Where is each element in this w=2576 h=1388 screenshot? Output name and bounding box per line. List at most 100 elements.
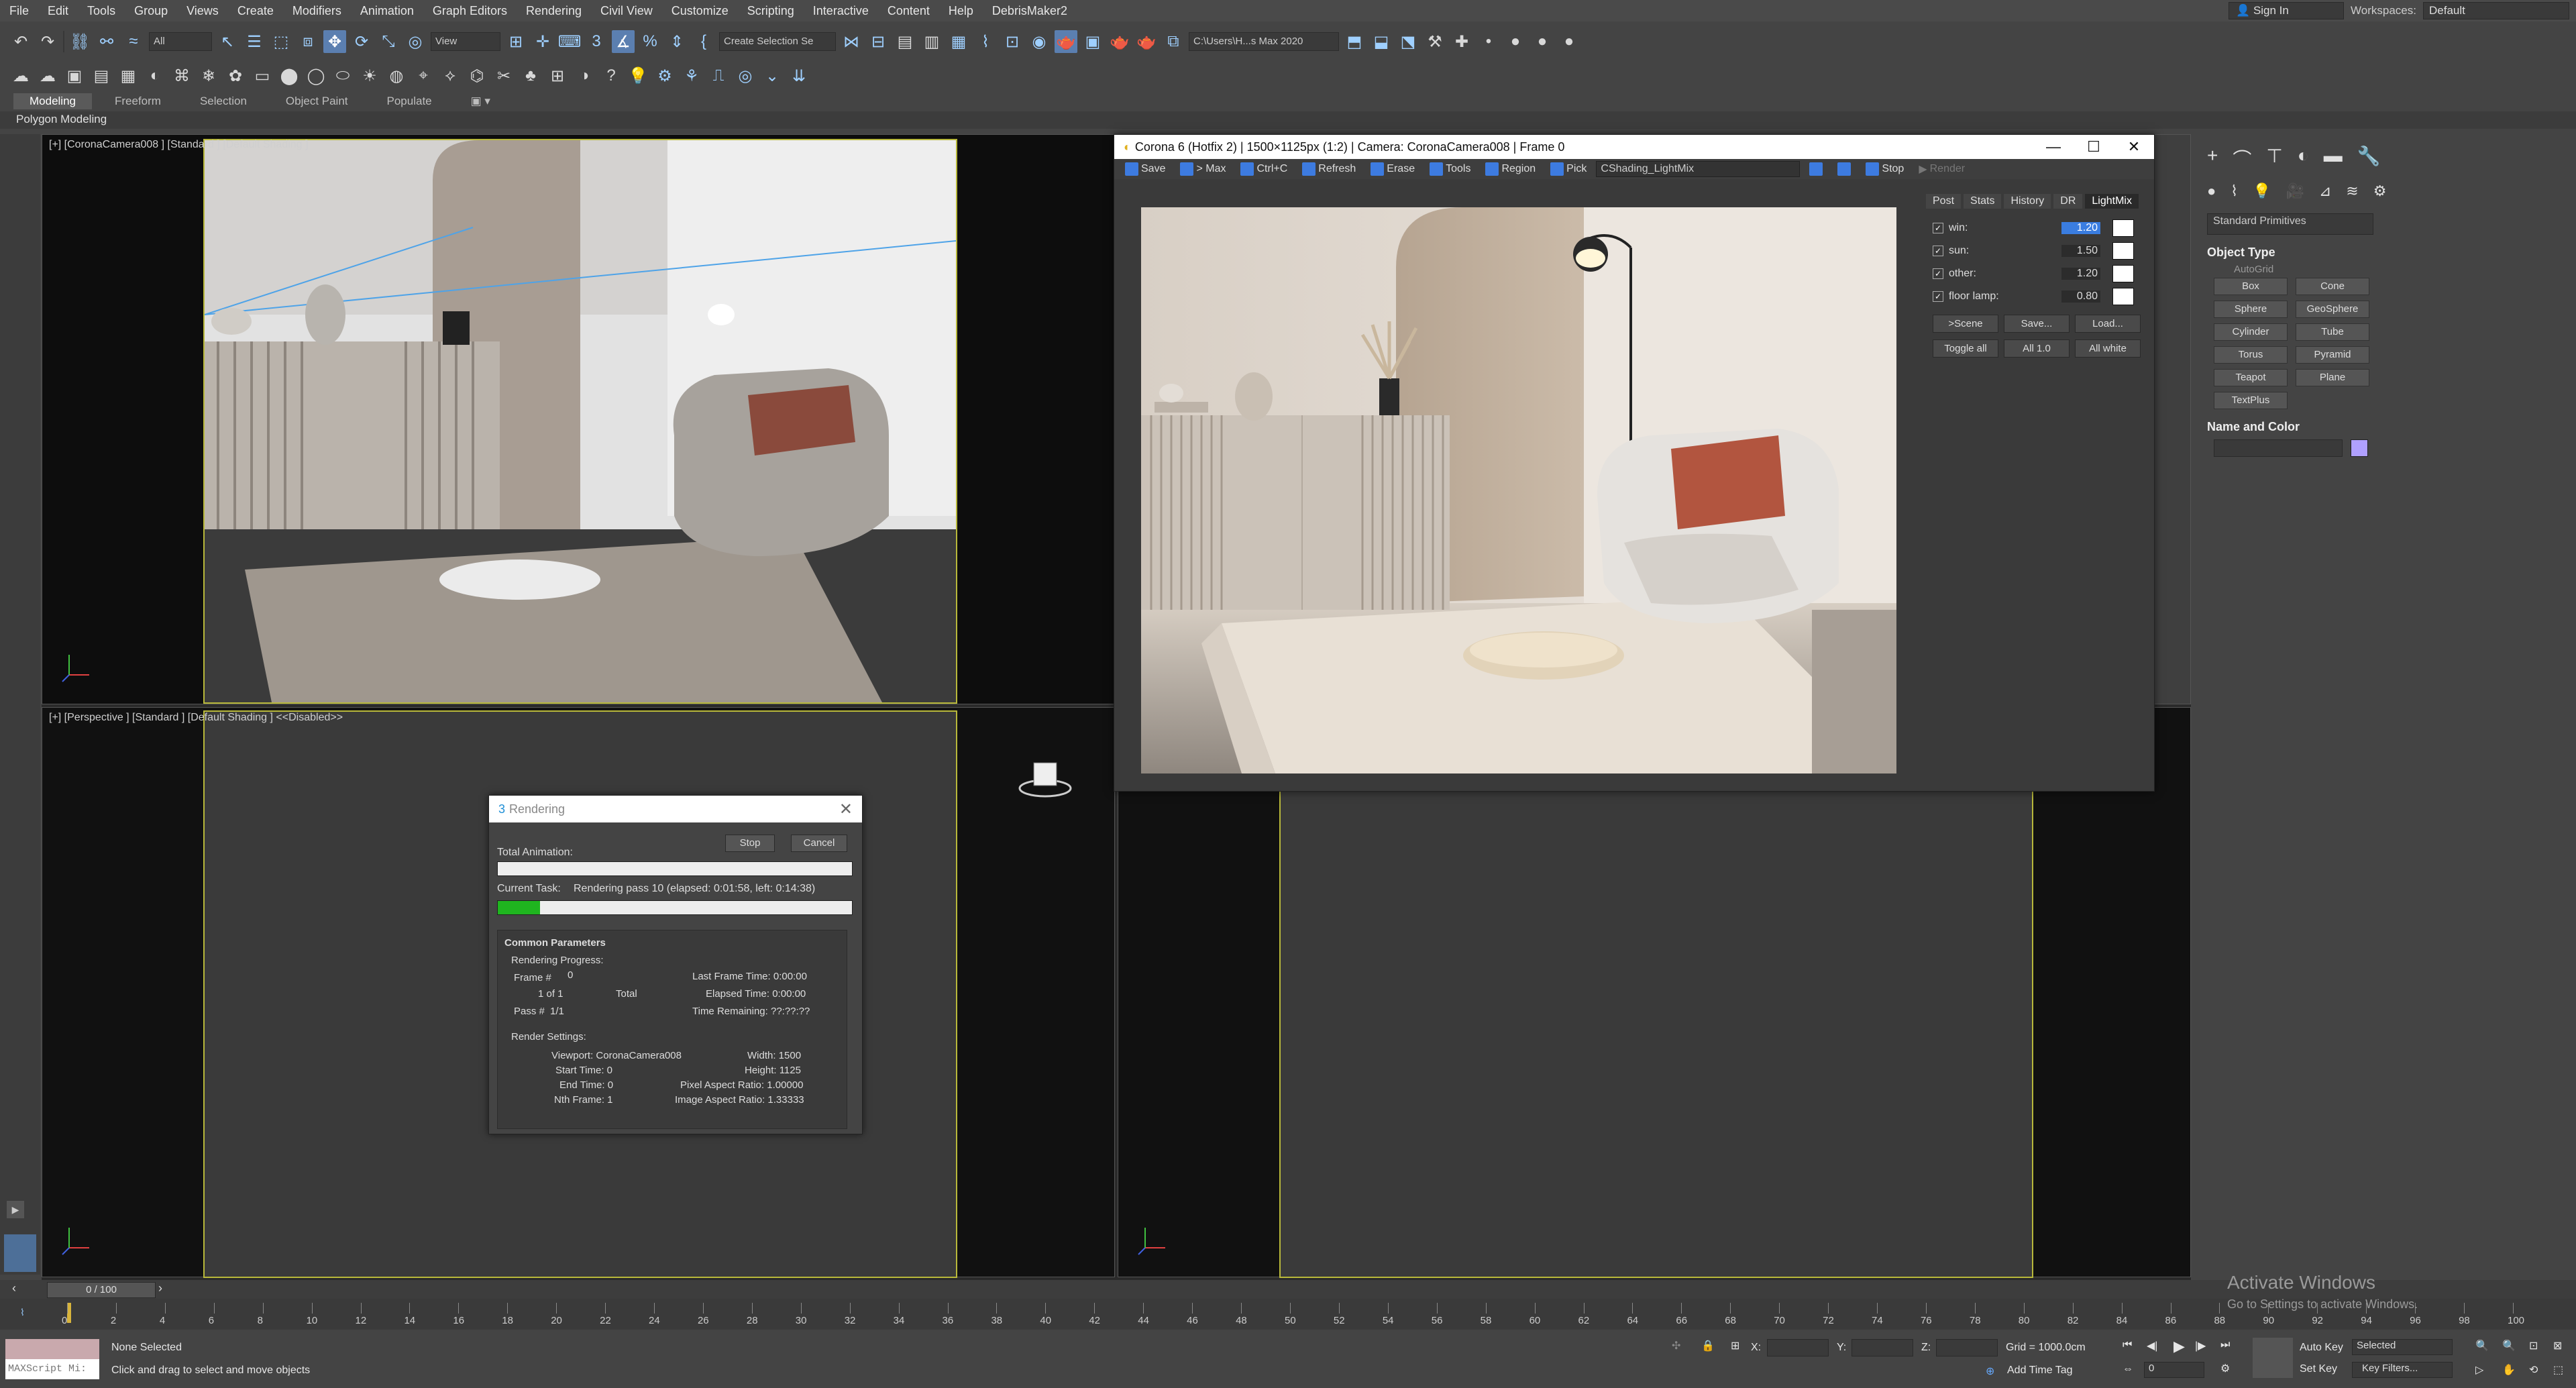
zoom-all-icon[interactable]: 🔍 [2502,1339,2516,1352]
goto-end-icon[interactable]: ⏭ [2220,1339,2230,1351]
project-path-select[interactable]: C:\Users\H...s Max 2020 [1189,32,1339,51]
systems-icon[interactable]: ⚙ [2373,182,2387,200]
menu-civil-view[interactable]: Civil View [591,0,662,21]
pivot-center-icon[interactable]: ⊞ [504,30,527,53]
corona-dot-icon[interactable]: • [1477,30,1500,53]
corona-converter-icon[interactable]: ▦ [117,64,140,87]
lightmix-color-swatch[interactable] [2112,288,2134,305]
viewport-perspective-label[interactable]: [+] [Perspective ] [Standard ] [Default … [49,712,343,724]
tab-post[interactable]: Post [1926,194,1962,209]
time-prev-icon[interactable]: ‹ [12,1281,16,1295]
time-config-icon[interactable]: ⚙ [2220,1362,2230,1375]
window-crossing-icon[interactable]: ⧈ [297,30,319,53]
ribbon-tab-object-paint[interactable]: Object Paint [270,93,364,109]
key-mode-icon[interactable]: ⇔ [2123,1363,2133,1375]
menu-graph-editors[interactable]: Graph Editors [423,0,517,21]
lightmix-save-button[interactable]: Save... [2004,315,2070,333]
next-frame-icon[interactable]: |▶ [2195,1339,2206,1352]
menu-rendering[interactable]: Rendering [517,0,591,21]
corona-interactive-icon[interactable]: ☁ [36,64,59,87]
material-editor-icon[interactable]: ◉ [1028,30,1051,53]
corona-render-icon[interactable]: ☁ [9,64,32,87]
corona-light-disk-icon[interactable]: ◯ [305,64,327,87]
corona-chevron-down-icon[interactable]: ⌄ [761,64,784,87]
ribbon-toggle-icon[interactable]: ▦ [947,30,970,53]
corona-proxy-icon[interactable]: ⌘ [170,64,193,87]
lights-icon[interactable]: 💡 [2253,182,2271,200]
corona-material-icon[interactable]: ◐ [144,64,166,87]
lightmix-color-swatch[interactable] [2112,219,2134,237]
menu-file[interactable]: File [0,0,38,21]
vfb-channel-select[interactable]: CShading_LightMix [1596,161,1801,177]
sign-in-dropdown[interactable]: 👤 Sign In [2229,2,2345,19]
corona-shadow-icon[interactable]: ◑ [573,64,596,87]
maximize-viewport-icon[interactable]: ⬚ [2553,1363,2563,1377]
menu-animation[interactable]: Animation [351,0,423,21]
corona-decal-icon[interactable]: ✿ [224,64,247,87]
corona-pin-icon[interactable]: ✚ [1450,30,1473,53]
ribbon-polygon-modeling[interactable]: Polygon Modeling [16,113,107,126]
menu-create[interactable]: Create [228,0,283,21]
cameras-icon[interactable]: 🎥 [2286,182,2304,200]
corona-sphere-2-icon[interactable]: ● [1531,30,1554,53]
corona-tree-icon[interactable]: ♣ [519,64,542,87]
ribbon-tab-populate[interactable]: Populate [371,93,448,109]
vfb-erase-button[interactable]: Erase [1365,162,1420,176]
cancel-button[interactable]: Cancel [791,835,847,852]
key-filter-select[interactable]: Selected [2352,1339,2453,1355]
object-type-rollout[interactable]: Object Type [2207,246,2563,260]
corona-light-sphere-icon[interactable]: ⬤ [278,64,301,87]
display-tab-icon[interactable]: ▬ [2324,145,2343,172]
menu-scripting[interactable]: Scripting [738,0,804,21]
named-selection-set-select[interactable]: Create Selection Se [719,32,836,51]
menu-modifiers[interactable]: Modifiers [283,0,351,21]
field-of-view-icon[interactable]: ▷ [2475,1363,2483,1377]
auto-key-button[interactable]: Auto Key [2300,1342,2343,1354]
render-in-cloud-icon[interactable]: ⧉ [1162,30,1185,53]
viewport-layout-icon[interactable] [4,1234,36,1272]
ribbon-options-icon[interactable]: ▣ ▾ [455,93,506,109]
corona-slicer-icon[interactable]: ✂ [492,64,515,87]
zoom-extents-all-icon[interactable]: ⊠ [2553,1339,2562,1352]
lightmix-checkbox[interactable]: ✓ [1933,291,1943,302]
zoom-out-icon[interactable] [1832,162,1856,176]
set-project-icon[interactable]: ⬒ [1343,30,1366,53]
layer-explorer-icon[interactable]: ▥ [920,30,943,53]
maxscript-mini-listener[interactable]: MAXScript Mi: [5,1359,99,1379]
selection-filter-select[interactable]: All [149,32,212,51]
lightmix-load-button[interactable]: Load... [2075,315,2141,333]
vfb-tools-button[interactable]: Tools [1424,162,1476,176]
z-coordinate-input[interactable] [1936,1339,1998,1356]
tab-history[interactable]: History [2004,194,2051,209]
mirror-icon[interactable]: ⋈ [840,30,863,53]
corona-sphere-1-icon[interactable]: ● [1504,30,1527,53]
curve-editor-icon[interactable]: ⌇ [974,30,997,53]
shapes-icon[interactable]: ⌇ [2231,182,2238,200]
lightmix-intensity[interactable]: 1.20 [2061,268,2100,280]
menu-interactive[interactable]: Interactive [804,0,878,21]
menu-customize[interactable]: Customize [662,0,738,21]
close-icon[interactable]: ✕ [2114,135,2154,159]
lightmix-to-scene-button[interactable]: >Scene [1933,315,1998,333]
undo-icon[interactable]: ↶ [9,30,32,53]
scene-explorer-icon[interactable]: ▤ [894,30,916,53]
menu-debrismaker2[interactable]: DebrisMaker2 [983,0,1077,21]
vfb-region-button[interactable]: Region [1480,162,1541,176]
menu-help[interactable]: Help [939,0,983,21]
torus-button[interactable]: Torus [2214,346,2288,364]
autogrid-checkbox[interactable]: AutoGrid [2234,264,2536,275]
tube-button[interactable]: Tube [2296,323,2369,341]
schematic-view-icon[interactable]: ⊡ [1001,30,1024,53]
unlink-icon[interactable]: ⚯ [95,30,118,53]
vfb-pick-button[interactable]: Pick [1545,162,1592,176]
add-time-tag[interactable]: Add Time Tag [2007,1365,2073,1377]
zoom-icon[interactable]: 🔍 [2475,1339,2489,1352]
vfb-stop-button[interactable]: Stop [1860,162,1909,176]
absolute-mode-icon[interactable]: ⊞ [1731,1339,1739,1352]
corona-sphere-icon[interactable]: ◎ [734,64,757,87]
edit-named-selection-icon[interactable]: { [692,30,715,53]
cylinder-button[interactable]: Cylinder [2214,323,2288,341]
tab-lightmix[interactable]: LightMix [2085,194,2139,209]
keyboard-shortcut-icon[interactable]: ⌨ [558,30,582,53]
utilities-tab-icon[interactable]: 🔧 [2357,145,2381,172]
